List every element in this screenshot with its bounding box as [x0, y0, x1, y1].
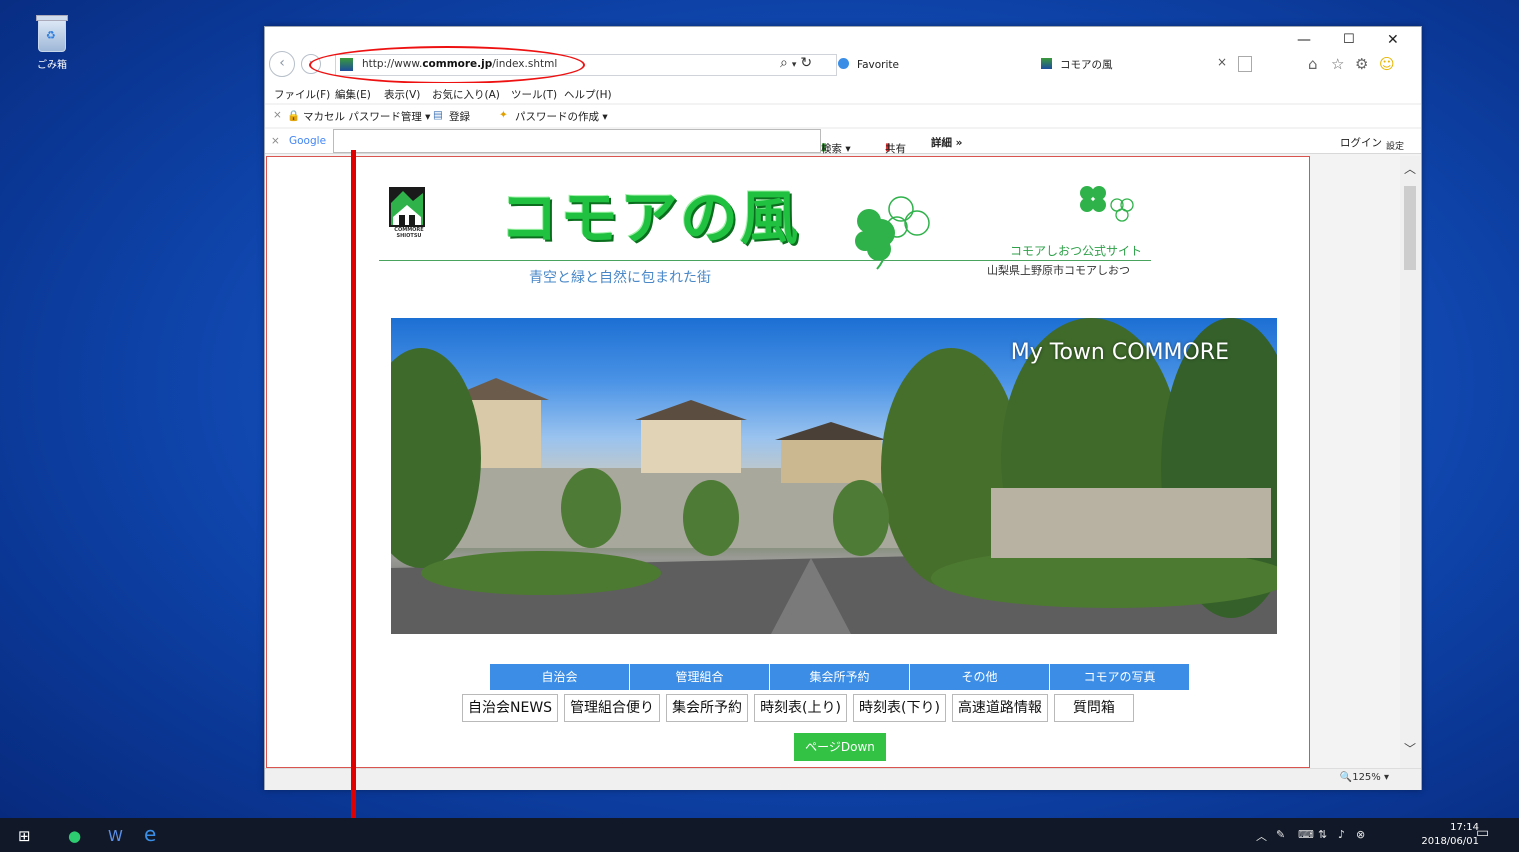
details-button[interactable]: 詳細 » — [931, 135, 962, 150]
site-title: コモアの風 — [500, 184, 801, 252]
nav-photos[interactable]: コモアの写真 — [1050, 664, 1190, 690]
hero-caption: My Town COMMORE — [1010, 340, 1229, 365]
tray-chevron-icon[interactable]: ︿ — [1256, 828, 1267, 844]
menu-file[interactable]: ファイル(F) — [274, 87, 330, 102]
menu-favorites[interactable]: お気に入り(A) — [432, 87, 500, 102]
search-icon[interactable]: ⌕ — [780, 55, 792, 71]
google-toolbar-close-icon[interactable]: × — [271, 135, 280, 147]
zoom-control[interactable]: 🔍125% ▾ — [1340, 772, 1389, 783]
volume-icon[interactable]: ♪ — [1338, 828, 1345, 841]
login-button[interactable]: ログイン — [1340, 135, 1382, 150]
recycle-bin[interactable]: ♻ ごみ箱 — [30, 15, 74, 71]
sparkle-icon: ✦ — [499, 109, 508, 121]
google-logo: Google — [289, 135, 327, 147]
nav-kanri-kumiai[interactable]: 管理組合 — [630, 664, 770, 690]
recycle-bin-icon: ♻ — [36, 15, 68, 52]
internet-explorer-icon[interactable]: e — [144, 822, 156, 846]
gear-icon[interactable]: ⚙ — [1355, 55, 1368, 73]
action-center-icon[interactable]: ▭ — [1476, 825, 1489, 841]
link-shukaijo-yoyaku[interactable]: 集会所予約 — [666, 694, 749, 722]
ie-favicon — [838, 58, 849, 69]
network-icon[interactable]: ⇅ — [1318, 828, 1327, 841]
nav-shukaijo-yoyaku[interactable]: 集会所予約 — [770, 664, 910, 690]
browser-window: ‹ › http://www.commore.jp/index.shtml ⌕▾… — [264, 26, 1422, 790]
notification-badge-icon[interactable]: ⊗ — [1356, 828, 1365, 841]
status-bar: 🔍125% ▾ — [265, 768, 1421, 790]
vertical-scrollbar[interactable]: ︿ ﹀ — [1400, 156, 1420, 768]
primary-nav: 自治会 管理組合 集会所予約 その他 コモアの写真 — [490, 664, 1190, 690]
commore-logo: COMMORE SHIOTSU — [389, 187, 437, 241]
google-search-input[interactable] — [333, 129, 821, 153]
back-icon[interactable]: ‹ — [269, 51, 295, 77]
password-manager-button[interactable]: マカセル パスワード管理 ▾ — [303, 109, 430, 124]
keyboard-icon[interactable]: ⌨ — [1298, 828, 1314, 841]
new-tab-icon[interactable] — [1238, 56, 1252, 72]
smiley-icon[interactable]: ☺ — [1379, 55, 1395, 73]
scroll-thumb[interactable] — [1404, 186, 1416, 270]
menu-tools[interactable]: ツール(T) — [511, 87, 557, 102]
link-timetable-down[interactable]: 時刻表(下り) — [853, 694, 946, 722]
link-kanri-dayori[interactable]: 管理組合便り — [564, 694, 661, 722]
word-icon[interactable]: W — [108, 827, 123, 845]
site-address: 山梨県上野原市コモアしおつ — [987, 264, 1130, 277]
browser-titlebar: ‹ › http://www.commore.jp/index.shtml ⌕▾… — [265, 27, 1421, 87]
annotation-oval — [309, 46, 585, 84]
create-password-button[interactable]: パスワードの作成 ▾ — [515, 109, 608, 124]
scroll-down-icon[interactable]: ﹀ — [1404, 740, 1416, 757]
nav-sonota[interactable]: その他 — [910, 664, 1050, 690]
toolbar-close-icon[interactable]: × — [273, 109, 282, 121]
menu-help[interactable]: ヘルプ(H) — [564, 87, 612, 102]
refresh-icon[interactable]: ↻ — [800, 55, 816, 71]
site-tab-favicon — [1041, 58, 1052, 69]
system-clock[interactable]: 17:14 2018/06/01 — [1421, 821, 1479, 849]
page-viewport: COMMORE SHIOTSU コモアの風 コモアしおつ公式サイト 山梨県上野原… — [266, 156, 1310, 768]
maximize-button[interactable]: ☐ — [1343, 32, 1355, 47]
pen-icon[interactable]: ✎ — [1276, 828, 1285, 841]
app-green-icon[interactable]: ● — [68, 827, 81, 845]
favorites-star-icon[interactable]: ☆ — [1331, 55, 1344, 73]
annotation-arrow-line — [351, 150, 356, 852]
register-button[interactable]: 登録 — [449, 109, 470, 124]
scroll-up-icon[interactable]: ︿ — [1404, 160, 1416, 177]
tab-close-icon[interactable]: × — [1217, 55, 1227, 69]
site-tagline: 青空と緑と自然に包まれた街 — [529, 270, 711, 286]
windows-start-icon[interactable]: ⊞ — [18, 827, 31, 845]
link-question-box[interactable]: 質問箱 — [1053, 694, 1134, 722]
settings-button[interactable]: 設定 — [1386, 139, 1404, 152]
clock-date: 2018/06/01 — [1421, 836, 1479, 847]
minimize-button[interactable]: — — [1297, 32, 1311, 48]
taskbar: ⊞ ● W e ︿ ✎ ⌨ ⇅ ♪ ⊗ 17:14 2018/06/01 ▭ — [0, 818, 1519, 852]
secondary-nav: 自治会NEWS 管理組合便り 集会所予約 時刻表(上り) 時刻表(下り) 高速道… — [462, 694, 1134, 722]
page-down-button[interactable]: ページDown — [794, 733, 886, 761]
clover-icon — [855, 196, 930, 270]
hero-image: My Town COMMORE — [391, 318, 1277, 634]
link-highway-info[interactable]: 高速道路情報 — [951, 694, 1048, 722]
small-clover-icon — [1080, 186, 1134, 222]
menu-edit[interactable]: 編集(E) — [335, 87, 371, 102]
header-divider — [379, 260, 1151, 261]
tab-favorite[interactable]: Favorite — [838, 54, 1028, 76]
site-subtitle: コモアしおつ公式サイト — [1010, 244, 1143, 258]
link-timetable-up[interactable]: 時刻表(上り) — [754, 694, 847, 722]
menu-view[interactable]: 表示(V) — [384, 87, 420, 102]
home-icon[interactable]: ⌂ — [1308, 55, 1318, 73]
link-jichikai-news[interactable]: 自治会NEWS — [462, 694, 559, 722]
clock-time: 17:14 — [1450, 822, 1479, 833]
nav-jichikai[interactable]: 自治会 — [490, 664, 630, 690]
close-button[interactable]: ✕ — [1387, 32, 1399, 48]
recycle-bin-label: ごみ箱 — [37, 60, 67, 71]
register-icon: ▤ — [433, 109, 443, 121]
menu-bar: ファイル(F) 編集(E) 表示(V) お気に入り(A) ツール(T) ヘルプ(… — [265, 83, 1421, 103]
password-toolbar: × 🔒 マカセル パスワード管理 ▾ ▤ 登録 ✦ パスワードの作成 ▾ — [265, 105, 1421, 127]
address-controls: ⌕▾↻ — [780, 55, 816, 71]
lock-icon: 🔒 — [287, 110, 301, 122]
logo-mark-text: COMMORE SHIOTSU — [394, 227, 424, 239]
zoom-icon: 🔍 — [1339, 772, 1353, 783]
